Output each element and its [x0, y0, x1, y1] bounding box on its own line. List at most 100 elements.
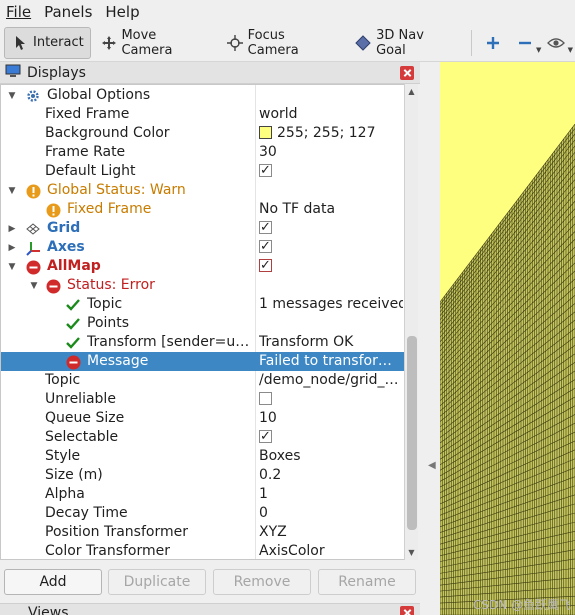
tree-row-global-options[interactable]: ▼ Global Options — [1, 86, 405, 105]
row-name: Fixed Frame — [45, 106, 130, 122]
views-panel-header: Views — [0, 603, 420, 615]
cursor-icon — [11, 34, 29, 52]
row-name: Transform [sender=u… — [87, 334, 250, 350]
selectable-checkbox[interactable] — [259, 428, 272, 446]
minus-icon[interactable]: ▼ — [512, 30, 542, 56]
duplicate-button[interactable]: Duplicate — [108, 569, 206, 595]
color-swatch — [259, 126, 272, 139]
toolbar-separator — [471, 29, 473, 56]
position-transformer-value[interactable]: XYZ — [259, 523, 403, 542]
tool-interact-label: Interact — [33, 35, 84, 50]
menu-help[interactable]: Help — [105, 3, 139, 21]
chevron-down-icon: ▼ — [536, 45, 542, 54]
row-name: Style — [45, 448, 81, 464]
error-icon — [65, 354, 81, 370]
chevron-down-icon[interactable]: ▼ — [7, 257, 17, 276]
style-value[interactable]: Boxes — [259, 447, 403, 466]
allmap-enabled-value — [259, 257, 403, 276]
axes-enabled-value — [259, 238, 403, 257]
tree-row-position-transformer[interactable]: Position Transformer XYZ — [1, 523, 405, 542]
status-topic-value: 1 messages received — [259, 296, 403, 312]
tree-row-global-status[interactable]: ▼ Global Status: Warn — [1, 181, 405, 200]
chevron-down-icon[interactable]: ▼ — [7, 86, 17, 105]
tree-row-status-error[interactable]: ▼ Status: Error — [1, 276, 405, 295]
unreliable-checkbox[interactable] — [259, 392, 272, 405]
scrollbar-thumb[interactable] — [407, 336, 417, 530]
tool-interact[interactable]: Interact — [4, 26, 91, 59]
tree-row-status-transform[interactable]: Transform [sender=u… Transform OK — [1, 333, 405, 352]
panel-splitter[interactable]: ◀ — [420, 62, 440, 615]
tree-row-grid[interactable]: ▶ Grid — [1, 219, 405, 238]
tree-row-status-topic[interactable]: Topic 1 messages received — [1, 295, 405, 314]
default-light-checkbox[interactable] — [259, 162, 272, 180]
row-name: Status: Error — [67, 277, 155, 293]
tree-row-size[interactable]: Size (m) 0.2 — [1, 466, 405, 485]
color-transformer-value[interactable]: AxisColor — [259, 542, 403, 559]
alpha-value[interactable]: 1 — [259, 485, 403, 504]
row-name: Global Options — [47, 87, 151, 103]
views-panel-title: Views — [28, 605, 69, 615]
tree-row-axes[interactable]: ▶ Axes — [1, 238, 405, 257]
tree-row-unreliable[interactable]: Unreliable — [1, 390, 405, 409]
scroll-down-icon[interactable]: ▼ — [405, 546, 418, 559]
tool-move-camera[interactable]: Move Camera — [93, 27, 217, 59]
decay-time-value[interactable]: 0 — [259, 504, 403, 523]
tree-row-style[interactable]: Style Boxes — [1, 447, 405, 466]
unreliable-value — [259, 390, 403, 409]
tree-row-color-transformer[interactable]: Color Transformer AxisColor — [1, 542, 405, 559]
collapse-left-icon[interactable]: ◀ — [428, 460, 436, 471]
row-name: Message — [87, 353, 149, 369]
tree-row-fixed-frame[interactable]: Fixed Frame world — [1, 105, 405, 124]
crosshair-icon — [226, 34, 244, 52]
menu-panels[interactable]: Panels — [44, 3, 92, 21]
tree-row-queue-size[interactable]: Queue Size 10 — [1, 409, 405, 428]
tree-row-allmap[interactable]: ▼ AllMap — [1, 257, 405, 276]
row-name: Size (m) — [45, 467, 103, 483]
tree-row-status-message[interactable]: Message Failed to transfor… — [1, 352, 405, 371]
tree-row-frame-rate[interactable]: Frame Rate 30 — [1, 143, 405, 162]
rename-button[interactable]: Rename — [318, 569, 416, 595]
row-name: Position Transformer — [45, 524, 188, 540]
frame-rate-value[interactable]: 30 — [259, 143, 403, 162]
tree-row-topic[interactable]: Topic /demo_node/grid_… — [1, 371, 405, 390]
chevron-down-icon[interactable]: ▼ — [7, 181, 17, 200]
tool-3d-nav-goal[interactable]: 3D Nav Goal — [347, 27, 463, 59]
tree-row-selectable[interactable]: Selectable — [1, 428, 405, 447]
row-name: Topic — [45, 372, 81, 388]
grid-floor — [440, 123, 575, 615]
chevron-right-icon[interactable]: ▶ — [7, 238, 17, 257]
axes-enabled-checkbox[interactable] — [259, 238, 272, 256]
row-name: Decay Time — [45, 505, 128, 521]
topic-value[interactable]: /demo_node/grid_… — [259, 371, 403, 390]
close-icon[interactable] — [400, 66, 414, 80]
row-name: Grid — [47, 220, 81, 236]
add-button[interactable]: Add — [4, 569, 102, 595]
tree-scrollbar[interactable]: ▲ ▼ — [404, 84, 418, 560]
tree-row-default-light[interactable]: Default Light — [1, 162, 405, 181]
grid-enabled-checkbox[interactable] — [259, 219, 272, 237]
row-name: Fixed Frame — [67, 201, 152, 217]
allmap-enabled-checkbox[interactable] — [259, 257, 272, 275]
fixed-frame-value[interactable]: world — [259, 105, 403, 124]
render-viewport[interactable]: CSDN @鱼跃鹰飞 — [440, 62, 575, 615]
tree-row-fixed-frame-status[interactable]: Fixed Frame No TF data — [1, 200, 405, 219]
eye-icon[interactable]: ▼ — [543, 30, 573, 56]
menu-file[interactable]: File — [6, 3, 31, 21]
chevron-down-icon[interactable]: ▼ — [29, 276, 39, 295]
background-color-value[interactable]: 255; 255; 127 — [259, 124, 403, 143]
queue-size-value[interactable]: 10 — [259, 409, 403, 428]
chevron-right-icon[interactable]: ▶ — [7, 219, 17, 238]
close-icon[interactable] — [400, 606, 414, 615]
row-name: Background Color — [45, 125, 170, 141]
tree-row-decay-time[interactable]: Decay Time 0 — [1, 504, 405, 523]
tree-row-status-points[interactable]: Points — [1, 314, 405, 333]
scroll-up-icon[interactable]: ▲ — [405, 85, 418, 98]
tree-row-background-color[interactable]: Background Color 255; 255; 127 — [1, 124, 405, 143]
plus-icon[interactable] — [480, 30, 506, 56]
tree-row-alpha[interactable]: Alpha 1 — [1, 485, 405, 504]
size-value[interactable]: 0.2 — [259, 466, 403, 485]
displays-panel-title: Displays — [27, 64, 86, 81]
remove-button[interactable]: Remove — [213, 569, 311, 595]
default-light-value — [259, 162, 403, 181]
tool-focus-camera[interactable]: Focus Camera — [219, 27, 345, 59]
